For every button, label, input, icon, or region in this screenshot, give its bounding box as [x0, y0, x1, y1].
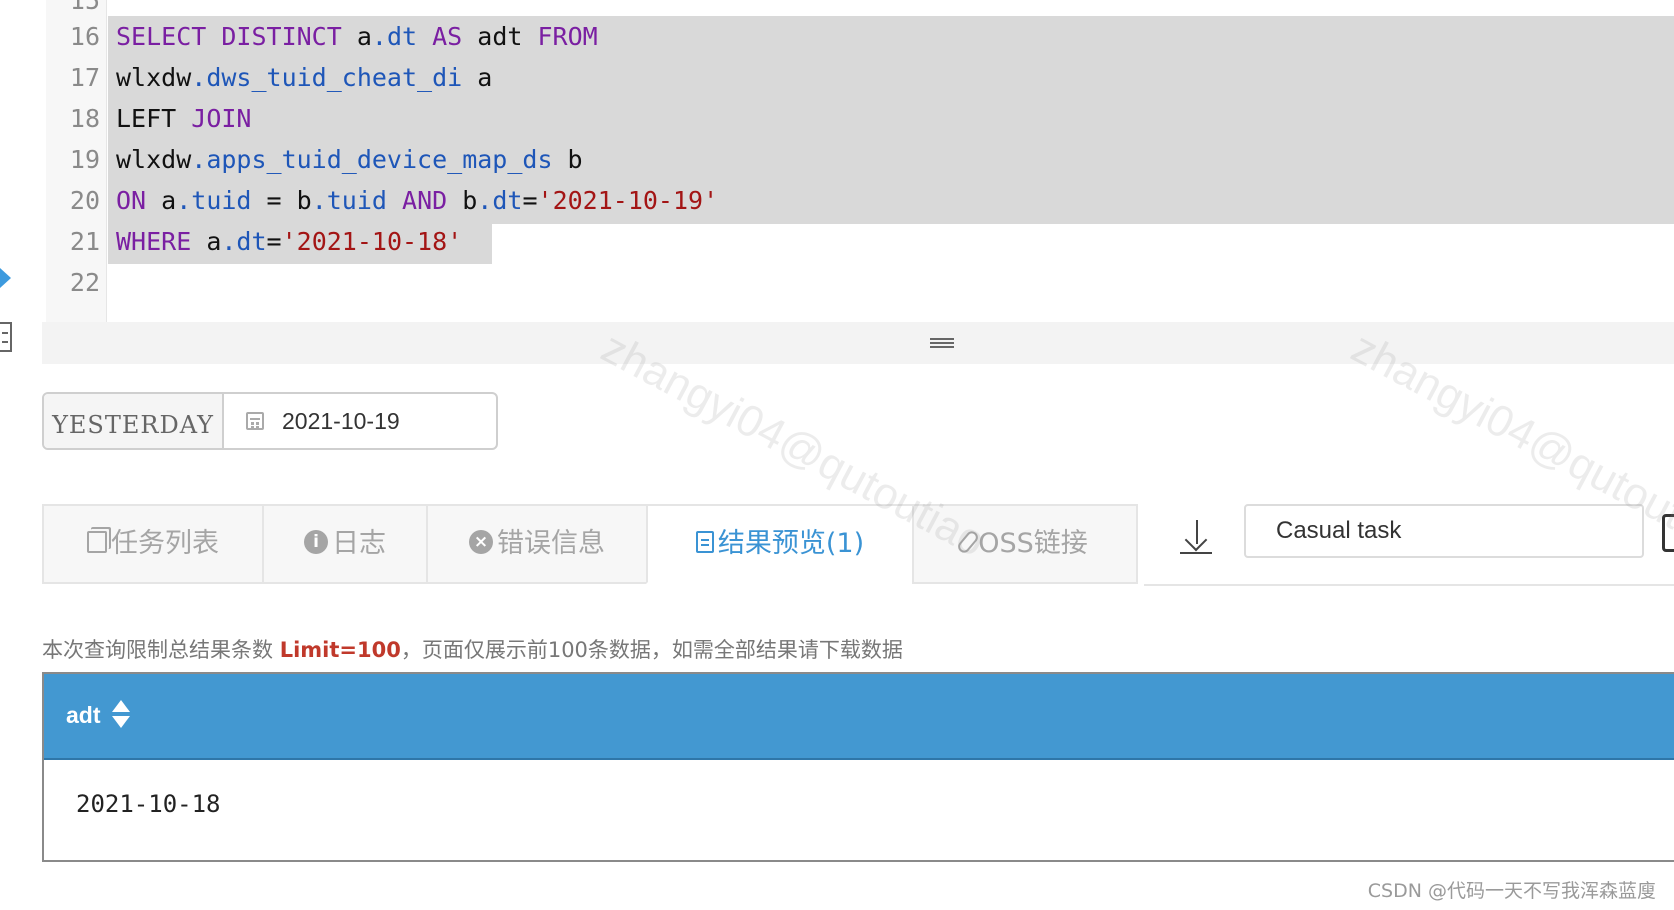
date-preset-label[interactable]: YESTERDAY: [44, 394, 224, 448]
sql-editor[interactable]: 15 16 SELECT DISTINCT a.dt AS adt FROM 17 w…: [0, 0, 1674, 322]
code-token-prop: .dws_tuid_cheat_di: [191, 63, 463, 92]
outline-icon[interactable]: [0, 322, 12, 352]
tab-task-list[interactable]: 任务列表: [42, 504, 264, 584]
tab-bar-divider: [1144, 584, 1674, 586]
tab-label: 错误信息: [497, 528, 605, 559]
info-icon: i: [304, 529, 328, 554]
code-text[interactable]: wlxdw.dws_tuid_cheat_di a: [116, 57, 492, 99]
code-text[interactable]: SELECT DISTINCT a.dt AS adt FROM: [116, 16, 598, 58]
table-cell: 2021-10-18: [76, 790, 221, 818]
code-token: a: [341, 22, 372, 51]
line-number: 22: [69, 268, 100, 297]
run-marker-arrow-icon[interactable]: [0, 268, 11, 288]
code-token-kw: WHERE: [116, 227, 192, 256]
code-token: b: [552, 145, 583, 174]
error-icon: ×: [469, 529, 493, 554]
sort-icon[interactable]: [112, 700, 130, 730]
code-token: LEFT: [116, 104, 192, 133]
editor-resize-handle[interactable]: [42, 322, 1674, 364]
code-token-kw: FROM: [537, 22, 598, 51]
code-text[interactable]: wlxdw.apps_tuid_device_map_ds b: [116, 139, 583, 181]
task-type-select[interactable]: Casual task: [1244, 504, 1644, 558]
code-token-prop: .dt: [477, 186, 523, 215]
code-token-kw: JOIN: [191, 104, 252, 133]
code-token: =: [522, 186, 538, 215]
notice-prefix: 本次查询限制总结果条数: [42, 638, 280, 662]
calendar-icon[interactable]: [246, 412, 264, 430]
code-token-prop: .dt: [221, 227, 267, 256]
date-picker[interactable]: YESTERDAY 2021-10-19: [42, 392, 498, 450]
limit-value: Limit=100: [279, 638, 401, 662]
code-token: =: [266, 227, 282, 256]
code-token-prop: .tuid: [311, 186, 387, 215]
tab-label: OSS链接: [978, 528, 1088, 559]
tab-log[interactable]: i 日志: [262, 504, 428, 584]
code-token: a: [146, 186, 177, 215]
table-header: adt: [44, 674, 1674, 760]
download-button[interactable]: [1178, 518, 1216, 558]
tab-error-info[interactable]: × 错误信息: [426, 504, 648, 584]
code-token-kw: SELECT: [116, 22, 207, 51]
code-token: = b: [251, 186, 312, 215]
code-token: wlxdw: [116, 63, 192, 92]
code-token: wlxdw: [116, 145, 192, 174]
code-token-str: '2021-10-19': [537, 186, 719, 215]
code-text[interactable]: LEFT JOIN: [116, 98, 251, 140]
code-token-kw: AND: [402, 186, 448, 215]
save-icon[interactable]: [1662, 514, 1674, 552]
line-number: 16: [69, 22, 100, 51]
task-type-value: Casual task: [1276, 517, 1402, 544]
code-token: a: [462, 63, 493, 92]
date-value[interactable]: 2021-10-19: [282, 394, 400, 448]
line-number: 17: [69, 63, 100, 92]
tab-label: 任务列表: [111, 528, 219, 559]
line-number: 18: [69, 104, 100, 133]
line-number: 21: [69, 227, 100, 256]
code-text[interactable]: WHERE a.dt='2021-10-18': [116, 221, 462, 263]
download-icon-base: [1180, 552, 1212, 554]
code-token: a: [191, 227, 222, 256]
tab-label: 日志: [332, 528, 386, 559]
tab-oss-link[interactable]: OSS链接: [912, 504, 1138, 584]
code-token-prop: .dt: [371, 22, 418, 51]
code-token-prop: .apps_tuid_device_map_ds: [191, 145, 553, 174]
download-icon-arrowhead: [1184, 528, 1208, 552]
result-table: adt 2021-10-18: [42, 672, 1674, 862]
task-list-icon: [87, 530, 107, 553]
code-token-kw: AS: [432, 22, 463, 51]
code-token-kw: ON: [116, 186, 147, 215]
paperclip-icon: [955, 528, 981, 555]
code-token: b: [447, 186, 478, 215]
sort-descending-icon: [112, 716, 130, 728]
code-token: adt: [462, 22, 538, 51]
code-token-prop: .tuid: [176, 186, 252, 215]
tab-label: 结果预览(1): [717, 528, 865, 559]
sort-ascending-icon: [112, 700, 130, 712]
document-icon: [695, 530, 714, 553]
code-token-str: '2021-10-18': [281, 227, 463, 256]
line-number: 19: [69, 145, 100, 174]
query-limit-notice: 本次查询限制总结果条数 Limit=100，页面仅展示前100条数据，如需全部结…: [42, 630, 903, 670]
code-text[interactable]: ON a.tuid = b.tuid AND b.dt='2021-10-19': [116, 180, 718, 222]
code-token-kw: DISTINCT: [221, 22, 342, 51]
notice-suffix: ，页面仅展示前100条数据，如需全部结果请下载数据: [400, 638, 903, 662]
csdn-credit: CSDN @代码一天不写我浑森蓝廋: [1367, 880, 1656, 902]
column-header-adt[interactable]: adt: [66, 674, 101, 756]
drag-grip-icon[interactable]: [930, 338, 954, 348]
line-number: 20: [69, 186, 100, 215]
tab-result-preview[interactable]: 结果预览(1): [646, 504, 914, 584]
